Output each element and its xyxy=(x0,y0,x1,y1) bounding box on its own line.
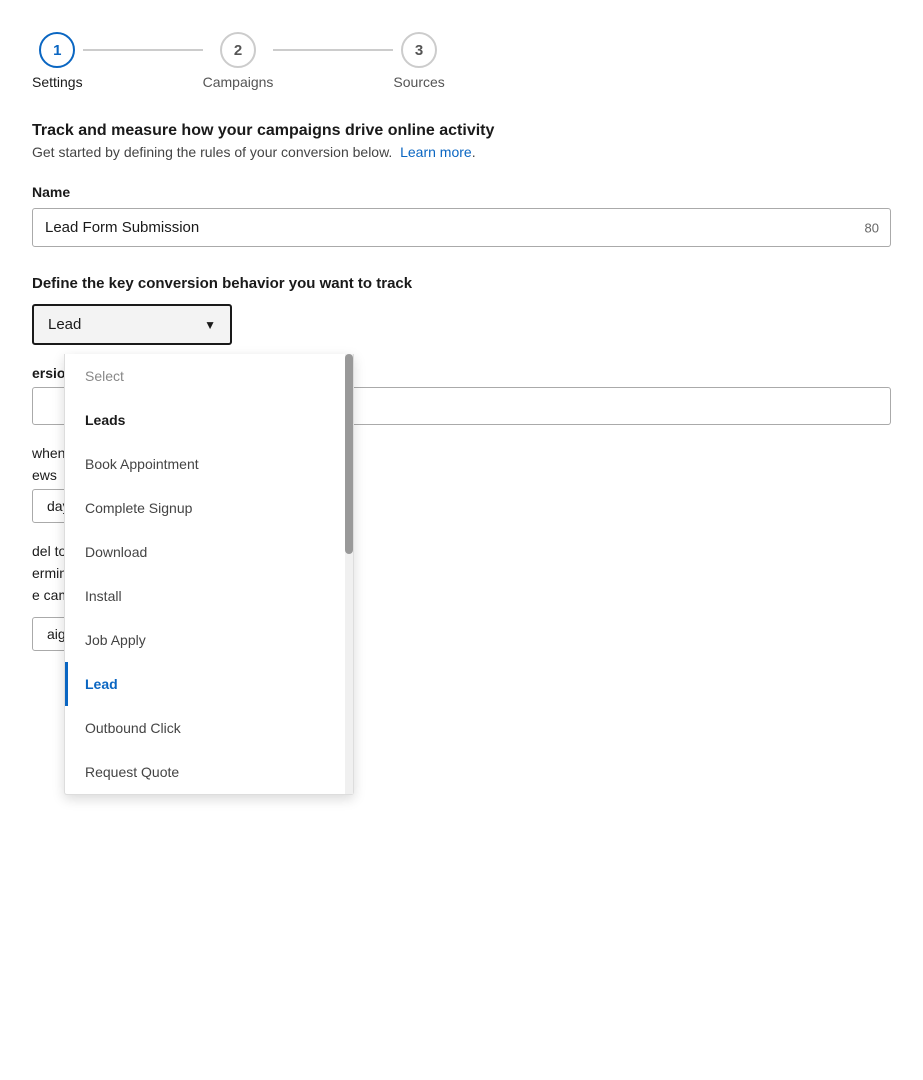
dropdown-item-install[interactable]: Install xyxy=(65,574,353,618)
header-description: Get started by defining the rules of you… xyxy=(32,144,891,160)
header-title: Track and measure how your campaigns dri… xyxy=(32,122,891,140)
dropdown-item-book-appointment[interactable]: Book Appointment xyxy=(65,442,353,486)
conversion-behavior-label: Define the key conversion behavior you w… xyxy=(32,275,891,292)
step-label-sources: Sources xyxy=(393,74,444,90)
char-count: 80 xyxy=(865,220,879,235)
step-label-settings: Settings xyxy=(32,74,83,90)
conversion-behavior-dropdown[interactable]: Lead ▼ xyxy=(32,304,232,345)
step-campaigns[interactable]: 2 Campaigns xyxy=(203,32,274,90)
scrollbar-track[interactable] xyxy=(345,354,353,794)
name-label: Name xyxy=(32,184,891,200)
dropdown-item-job-apply[interactable]: Job Apply xyxy=(65,618,353,662)
name-input[interactable] xyxy=(32,208,891,247)
step-label-campaigns: Campaigns xyxy=(203,74,274,90)
chevron-down-icon: ▼ xyxy=(204,318,216,332)
step-circle-2: 2 xyxy=(220,32,256,68)
dropdown-item-request-quote[interactable]: Request Quote xyxy=(65,750,353,794)
dropdown-item-select[interactable]: Select xyxy=(65,354,353,398)
main-content: Define the key conversion behavior you w… xyxy=(32,275,891,651)
dropdown-menu-inner: Select Leads Book Appointment Complete S… xyxy=(65,354,353,794)
dropdown-item-download[interactable]: Download xyxy=(65,530,353,574)
dropdown-item-lead[interactable]: Lead xyxy=(65,662,353,706)
stepper: 1 Settings 2 Campaigns 3 Sources xyxy=(32,32,891,90)
dropdown-selected-value: Lead xyxy=(48,316,81,333)
dropdown-item-leads[interactable]: Leads xyxy=(65,398,353,442)
name-field: Name 80 xyxy=(32,184,891,247)
step-connector-2 xyxy=(273,49,393,51)
step-circle-1: 1 xyxy=(39,32,75,68)
learn-more-link[interactable]: Learn more xyxy=(400,144,472,160)
name-input-wrapper: 80 xyxy=(32,208,891,247)
dropdown-area: Lead ▼ ersion when the conversion can be… xyxy=(32,304,891,651)
dropdown-item-complete-signup[interactable]: Complete Signup xyxy=(65,486,353,530)
header-section: Track and measure how your campaigns dri… xyxy=(32,122,891,160)
step-connector-1 xyxy=(83,49,203,51)
dropdown-item-outbound-click[interactable]: Outbound Click xyxy=(65,706,353,750)
step-circle-3: 3 xyxy=(401,32,437,68)
step-settings[interactable]: 1 Settings xyxy=(32,32,83,90)
step-sources[interactable]: 3 Sources xyxy=(393,32,444,90)
dropdown-menu: Select Leads Book Appointment Complete S… xyxy=(64,354,354,795)
scrollbar-thumb[interactable] xyxy=(345,354,353,554)
